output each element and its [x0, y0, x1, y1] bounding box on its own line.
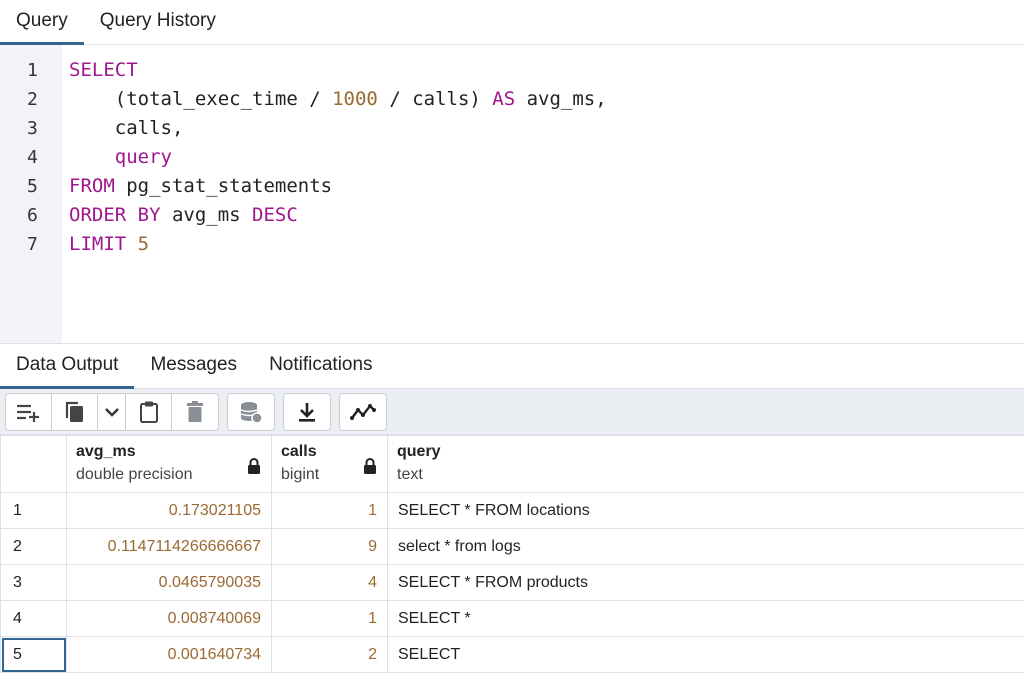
- column-type: double precision: [76, 466, 193, 483]
- line-number: 3: [27, 118, 38, 139]
- row-number[interactable]: 5: [0, 636, 67, 673]
- code-line[interactable]: query: [69, 143, 1024, 172]
- column-type: text: [397, 466, 423, 483]
- sql-keyword: FROM: [69, 175, 115, 197]
- cell-query[interactable]: SELECT: [387, 636, 1024, 673]
- paste-button[interactable]: [126, 393, 172, 430]
- cell-query[interactable]: SELECT *: [387, 600, 1024, 637]
- code-line[interactable]: SELECT: [69, 56, 1024, 85]
- save-data-icon: [240, 401, 263, 424]
- code-line[interactable]: calls,: [69, 114, 1024, 143]
- cell-avg-ms[interactable]: 0.1147114266666667: [66, 528, 272, 565]
- tab-data-output[interactable]: Data Output: [0, 354, 135, 389]
- row-number[interactable]: 4: [0, 600, 67, 637]
- row-number[interactable]: 1: [0, 492, 67, 529]
- download-button[interactable]: [284, 394, 330, 430]
- table-row[interactable]: 4 0.008740069 1 SELECT *: [0, 600, 1024, 637]
- grid-header-row: avg_ms double precision calls bigint que…: [0, 435, 1024, 493]
- cell-avg-ms[interactable]: 0.008740069: [66, 600, 272, 637]
- tab-query[interactable]: Query: [0, 10, 84, 45]
- cell-calls[interactable]: 9: [271, 528, 388, 565]
- data-output-toolbar: [0, 389, 1024, 435]
- line-number: 2: [27, 89, 38, 110]
- sql-number: 1000: [332, 88, 378, 110]
- sql-text: avg_ms,: [515, 88, 607, 110]
- column-header-calls[interactable]: calls bigint: [271, 435, 388, 493]
- edit-button-group: [5, 392, 219, 431]
- tab-query-history[interactable]: Query History: [84, 10, 232, 44]
- sql-text: avg_ms: [160, 204, 253, 226]
- graph-icon: [350, 403, 376, 420]
- cell-query[interactable]: SELECT * FROM products: [387, 564, 1024, 601]
- add-row-button[interactable]: [6, 393, 52, 430]
- copy-icon: [65, 401, 83, 422]
- data-grid: avg_ms double precision calls bigint que…: [0, 435, 1024, 673]
- copy-options-dropdown[interactable]: [98, 393, 126, 430]
- copy-button[interactable]: [52, 393, 98, 430]
- table-row[interactable]: 5 0.001640734 2 SELECT: [0, 636, 1024, 673]
- paste-icon: [139, 401, 158, 423]
- cell-avg-ms[interactable]: 0.173021105: [66, 492, 272, 529]
- line-number: 6: [27, 205, 38, 226]
- chevron-down-icon: [104, 407, 119, 417]
- query-tab-bar: Query Query History: [0, 0, 1024, 45]
- output-tab-bar: Data Output Messages Notifications: [0, 344, 1024, 389]
- delete-icon: [187, 400, 203, 422]
- cell-avg-ms[interactable]: 0.0465790035: [66, 564, 272, 601]
- code-area[interactable]: SELECT (total_exec_time / 1000 / calls) …: [62, 45, 1024, 343]
- sql-keyword: AS: [492, 88, 516, 110]
- row-number-header[interactable]: [0, 435, 67, 493]
- tab-notifications[interactable]: Notifications: [253, 354, 389, 388]
- cell-calls[interactable]: 4: [271, 564, 388, 601]
- row-number[interactable]: 3: [0, 564, 67, 601]
- sql-keyword: query: [114, 146, 172, 168]
- cell-calls[interactable]: 1: [271, 492, 388, 529]
- line-number: 7: [27, 234, 38, 255]
- tab-messages[interactable]: Messages: [134, 354, 253, 388]
- graph-button-group: [339, 392, 387, 431]
- sql-text: pg_stat_statements: [114, 175, 333, 197]
- code-line[interactable]: (total_exec_time / 1000 / calls) AS avg_…: [69, 85, 1024, 114]
- column-name: avg_ms: [76, 443, 136, 460]
- code-line[interactable]: LIMIT 5: [69, 230, 1024, 259]
- code-line[interactable]: FROM pg_stat_statements: [69, 172, 1024, 201]
- cell-avg-ms[interactable]: 0.001640734: [66, 636, 272, 673]
- sql-editor[interactable]: 1 2 3 4 5 6 7 SELECT (total_exec_time / 1000 /…: [0, 45, 1024, 344]
- row-number[interactable]: 2: [0, 528, 67, 565]
- sql-keyword: ORDER BY: [69, 204, 161, 226]
- sql-text: / calls): [377, 88, 493, 110]
- table-row[interactable]: 2 0.1147114266666667 9 select * from log…: [0, 528, 1024, 565]
- sql-keyword: LIMIT: [69, 233, 127, 255]
- table-row[interactable]: 1 0.173021105 1 SELECT * FROM locations: [0, 492, 1024, 529]
- cell-query[interactable]: SELECT * FROM locations: [387, 492, 1024, 529]
- graph-visualiser-button[interactable]: [340, 394, 386, 430]
- sql-keyword: DESC: [252, 204, 298, 226]
- code-line[interactable]: ORDER BY avg_ms DESC: [69, 201, 1024, 230]
- lock-icon: [364, 458, 376, 474]
- column-header-avg-ms[interactable]: avg_ms double precision: [66, 435, 272, 493]
- cell-query[interactable]: select * from logs: [387, 528, 1024, 565]
- sql-text: (total_exec_time /: [69, 88, 333, 110]
- lock-icon: [248, 458, 260, 474]
- add-row-icon: [16, 404, 39, 422]
- sql-number: 5: [137, 233, 150, 255]
- sql-text: calls,: [69, 117, 184, 139]
- cell-calls[interactable]: 2: [271, 636, 388, 673]
- table-row[interactable]: 3 0.0465790035 4 SELECT * FROM products: [0, 564, 1024, 601]
- sql-keyword: SELECT: [69, 59, 138, 81]
- line-number: 1: [27, 60, 38, 81]
- download-icon: [299, 402, 315, 422]
- delete-button[interactable]: [172, 394, 218, 430]
- line-number: 4: [27, 147, 38, 168]
- line-number: 5: [27, 176, 38, 197]
- download-button-group: [283, 392, 331, 431]
- line-number-gutter: 1 2 3 4 5 6 7: [0, 45, 62, 343]
- column-header-query[interactable]: query text: [387, 435, 1024, 493]
- cell-calls[interactable]: 1: [271, 600, 388, 637]
- save-data-button[interactable]: [228, 394, 274, 430]
- column-name: query: [397, 443, 441, 460]
- save-button-group: [227, 392, 275, 431]
